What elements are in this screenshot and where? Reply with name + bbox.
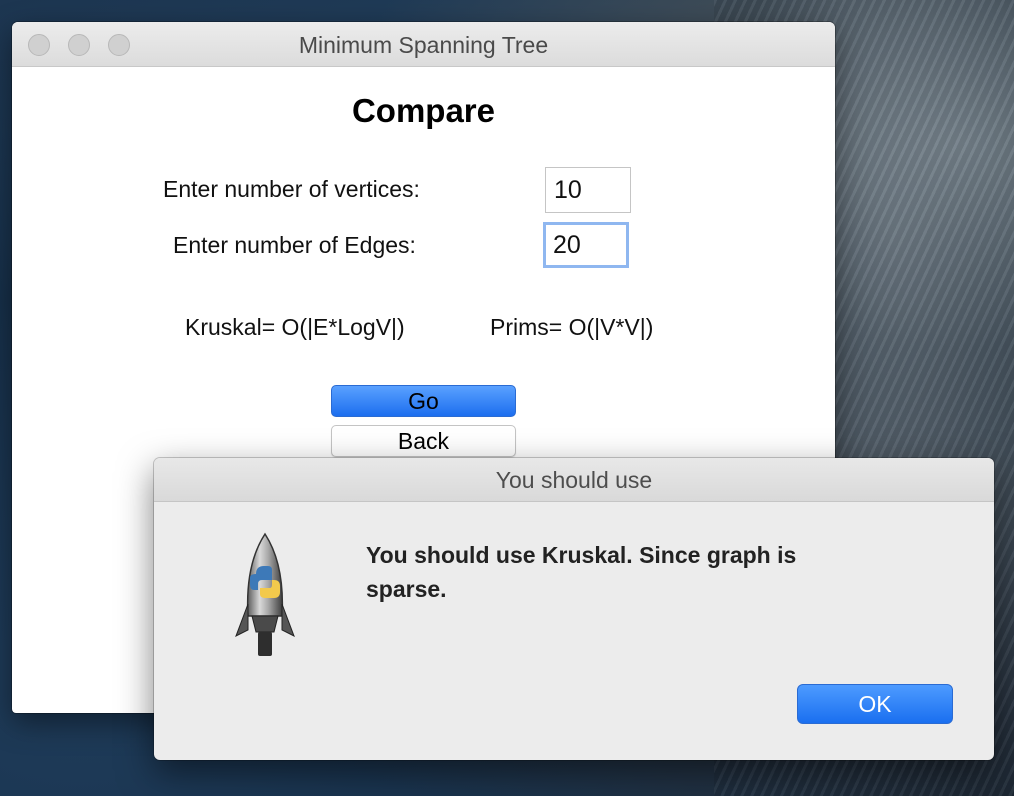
dialog-title: You should use xyxy=(495,467,653,493)
go-button[interactable]: Go xyxy=(331,385,516,417)
vertices-input[interactable] xyxy=(545,167,631,213)
python-launcher-rocket-icon xyxy=(235,532,295,656)
page-heading: Compare xyxy=(351,92,496,129)
edges-label: Enter number of Edges: xyxy=(173,232,416,258)
vertices-label: Enter number of vertices: xyxy=(163,176,420,202)
prims-complexity-text: Prims= O(|V*V|) xyxy=(490,314,654,340)
back-button[interactable]: Back xyxy=(331,425,516,457)
window-title: Minimum Spanning Tree xyxy=(298,32,549,58)
dialog-message: You should use Kruskal. Since graph is s… xyxy=(366,542,797,602)
kruskal-complexity-text: Kruskal= O(|E*LogV|) xyxy=(185,314,405,340)
ok-button[interactable]: OK xyxy=(797,684,953,724)
alert-dialog: You should use You should use Kruskal. S… xyxy=(154,458,994,760)
window-titlebar[interactable]: Minimum Spanning Tree xyxy=(12,22,835,67)
dialog-titlebar[interactable]: You should use xyxy=(154,458,994,502)
edges-input[interactable] xyxy=(543,222,629,268)
